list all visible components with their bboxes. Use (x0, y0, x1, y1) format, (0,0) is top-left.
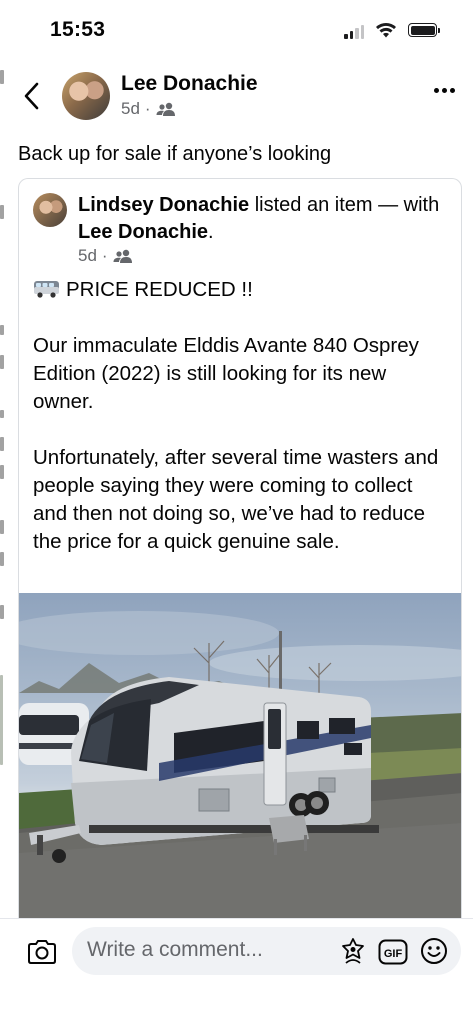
more-options-icon[interactable] (434, 88, 455, 93)
post-meta: 5d · (121, 99, 176, 119)
friends-icon (156, 102, 175, 116)
shared-post-timestamp[interactable]: 5d (78, 246, 97, 266)
headline-line: PRICE REDUCED !! (33, 276, 451, 304)
back-chevron-icon[interactable] (20, 80, 44, 112)
post-timestamp[interactable]: 5d (121, 99, 140, 119)
emoji-icon[interactable] (420, 937, 448, 965)
headline-text: PRICE REDUCED !! (66, 278, 253, 301)
description-paragraph-1: Our immaculate Elddis Avante 840 Osprey … (33, 334, 419, 413)
shared-author-name[interactable]: Lindsey Donachie (78, 194, 249, 216)
shared-post-card[interactable]: Lindsey Donachie listed an item — with L… (18, 178, 462, 938)
shared-author-avatar[interactable] (33, 193, 67, 227)
friends-icon (113, 249, 132, 263)
author-avatar[interactable] (62, 72, 110, 120)
header-period: . (208, 221, 214, 243)
wifi-icon (376, 23, 396, 38)
meta-separator: · (101, 246, 108, 265)
meta-separator: · (144, 99, 151, 118)
shared-post-header: Lindsey Donachie listed an item — with L… (78, 192, 448, 246)
tagged-user-name[interactable]: Lee Donachie (78, 221, 208, 243)
background-page-peek (0, 0, 8, 1024)
gif-icon[interactable]: GIF (378, 939, 408, 965)
post-text: Back up for sale if anyone’s looking (18, 143, 332, 165)
avatar-sticker-icon[interactable] (340, 937, 366, 965)
comment-placeholder: Write a comment... (87, 938, 263, 961)
battery-icon (408, 23, 440, 37)
author-name[interactable]: Lee Donachie (121, 72, 258, 96)
status-bar: 15:53 (0, 0, 473, 62)
shared-post-meta: 5d · (78, 246, 133, 266)
description-paragraph-2: Unfortunately, after several time waster… (33, 446, 439, 553)
caravan-photo-illustration (19, 611, 461, 938)
status-time: 15:53 (50, 18, 106, 41)
camera-icon[interactable] (26, 939, 58, 965)
cellular-signal-icon (344, 25, 364, 39)
svg-text:GIF: GIF (384, 948, 403, 960)
shared-post-body: PRICE REDUCED !! Our immaculate Elddis A… (33, 276, 451, 584)
shared-action-text: listed an item — with (249, 194, 440, 216)
listing-photo[interactable] (19, 593, 461, 938)
minibus-emoji-icon (34, 281, 59, 298)
